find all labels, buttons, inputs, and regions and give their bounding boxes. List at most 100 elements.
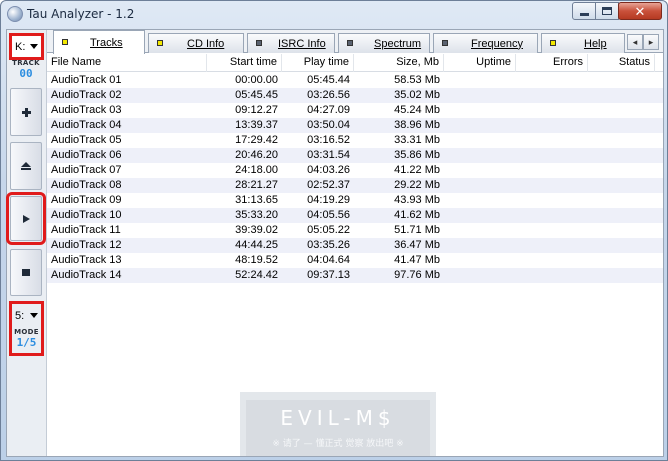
cell-status [588, 193, 655, 208]
tab-label: ISRC Info [278, 37, 326, 50]
cell-status [588, 223, 655, 238]
cell-start-time: 48:19.52 [235, 254, 278, 266]
watermark-title: EVIL-M$ [280, 406, 396, 430]
cell-status [588, 88, 655, 103]
cell-status [588, 73, 655, 88]
maximize-icon [602, 7, 612, 15]
tab-spectrum[interactable]: Spectrum [338, 33, 430, 53]
column-header-size[interactable]: Size, Mb [354, 54, 444, 72]
eject-button[interactable] [10, 142, 42, 190]
tab-frequency[interactable]: Frequency [433, 33, 538, 53]
cell-size: 45.24 Mb [394, 104, 440, 116]
add-button[interactable] [10, 88, 42, 136]
tab-tracks[interactable]: Tracks [53, 30, 145, 54]
cell-start-time: 13:39.37 [235, 119, 278, 131]
table-row[interactable]: AudioTrack 13 48:19.52 04:04.64 41.47 Mb [47, 253, 663, 268]
cell-start-time: 00:00.00 [235, 74, 278, 86]
track-number: 00 [19, 67, 33, 80]
tab-help[interactable]: Help [541, 33, 625, 53]
mode-display: 1/5 [16, 336, 37, 349]
drive-value: K: [15, 40, 26, 53]
table-row[interactable]: AudioTrack 14 52:24.42 09:37.13 97.76 Mb [47, 268, 663, 283]
cell-file-name: AudioTrack 10 [51, 209, 122, 221]
close-button[interactable]: ✕ [618, 2, 662, 20]
cell-uptime [444, 223, 516, 238]
app-logo-icon[interactable] [7, 6, 23, 22]
cell-size: 43.93 Mb [394, 194, 440, 206]
tab-strip: Tracks CD Info ISRC Info Spectrum Freque… [47, 30, 663, 54]
track-label: TRACK [12, 59, 40, 67]
drive-select[interactable]: K: [14, 38, 39, 55]
table-row[interactable]: AudioTrack 08 28:21.27 02:52.37 29.22 Mb [47, 178, 663, 193]
cell-status [588, 118, 655, 133]
cell-errors [516, 133, 588, 148]
cell-errors [516, 73, 588, 88]
cell-file-name: AudioTrack 12 [51, 239, 122, 251]
cell-size: 38.96 Mb [394, 119, 440, 131]
cell-size: 35.02 Mb [394, 89, 440, 101]
tab-label: Spectrum [374, 37, 422, 50]
watermark: EVIL-M$ ※ 请了 — 懂正式 觉察 放出吧 ※ [240, 392, 436, 456]
cell-uptime [444, 73, 516, 88]
watermark-panel: EVIL-M$ ※ 请了 — 懂正式 觉察 放出吧 ※ [246, 400, 430, 456]
tab-isrc-info[interactable]: ISRC Info [247, 33, 335, 53]
chevron-right-icon: ▸ [648, 36, 654, 47]
cell-play-time: 05:45.44 [307, 74, 350, 86]
cell-file-name: AudioTrack 14 [51, 269, 122, 281]
mode-value: 5: [15, 309, 25, 322]
yellow-square-icon [62, 39, 68, 45]
table-row[interactable]: AudioTrack 07 24:18.00 04:03.26 41.22 Mb [47, 163, 663, 178]
column-header-uptime[interactable]: Uptime [444, 54, 516, 72]
table-row[interactable]: AudioTrack 12 44:44.25 03:35.26 36.47 Mb [47, 238, 663, 253]
column-header-file-name[interactable]: File Name [47, 54, 207, 72]
cell-play-time: 03:26.56 [307, 89, 350, 101]
table-row[interactable]: AudioTrack 01 00:00.00 05:45.44 58.53 Mb [47, 73, 663, 88]
plus-icon [21, 107, 31, 117]
cell-file-name: AudioTrack 06 [51, 149, 122, 161]
tab-label: Tracks [90, 36, 123, 49]
stop-button[interactable] [10, 249, 42, 296]
column-header-errors[interactable]: Errors [516, 54, 588, 72]
table-row[interactable]: AudioTrack 02 05:45.45 03:26.56 35.02 Mb [47, 88, 663, 103]
column-header-status[interactable]: Status [588, 54, 655, 72]
cell-play-time: 09:37.13 [307, 269, 350, 281]
cell-file-name: AudioTrack 02 [51, 89, 122, 101]
cell-status [588, 253, 655, 268]
table-row[interactable]: AudioTrack 10 35:33.20 04:05.56 41.62 Mb [47, 208, 663, 223]
cell-start-time: 39:39.02 [235, 224, 278, 236]
table-row[interactable]: AudioTrack 06 20:46.20 03:31.54 35.86 Mb [47, 148, 663, 163]
cell-file-name: AudioTrack 08 [51, 179, 122, 191]
cell-file-name: AudioTrack 07 [51, 164, 122, 176]
cell-errors [516, 88, 588, 103]
cell-play-time: 03:16.52 [307, 134, 350, 146]
cell-size: 51.71 Mb [394, 224, 440, 236]
cell-errors [516, 238, 588, 253]
table-row[interactable]: AudioTrack 04 13:39.37 03:50.04 38.96 Mb [47, 118, 663, 133]
table-row[interactable]: AudioTrack 11 39:39.02 05:05.22 51.71 Mb [47, 223, 663, 238]
tab-scroll-left-button[interactable]: ◂ [627, 34, 643, 50]
column-header-play-time[interactable]: Play time [282, 54, 354, 72]
cell-errors [516, 148, 588, 163]
tab-label: Help [584, 37, 607, 50]
cell-start-time: 52:24.42 [235, 269, 278, 281]
gray-square-icon [256, 40, 262, 46]
cell-uptime [444, 193, 516, 208]
play-button[interactable] [6, 192, 46, 245]
tab-cd-info[interactable]: CD Info [148, 33, 244, 53]
cell-start-time: 09:12.27 [235, 104, 278, 116]
cell-play-time: 02:52.37 [307, 179, 350, 191]
maximize-button[interactable] [595, 2, 619, 20]
mode-select[interactable]: 5: [14, 307, 39, 324]
table-row[interactable]: AudioTrack 05 17:29.42 03:16.52 33.31 Mb [47, 133, 663, 148]
tab-label: CD Info [187, 37, 225, 50]
tab-scroll-right-button[interactable]: ▸ [643, 34, 659, 50]
table-row[interactable]: AudioTrack 03 09:12.27 04:27.09 45.24 Mb [47, 103, 663, 118]
column-header-start-time[interactable]: Start time [207, 54, 282, 72]
cell-uptime [444, 178, 516, 193]
table-row[interactable]: AudioTrack 09 31:13.65 04:19.29 43.93 Mb [47, 193, 663, 208]
minimize-button[interactable] [572, 2, 596, 20]
cell-play-time: 04:05.56 [307, 209, 350, 221]
tab-label: Frequency [471, 37, 523, 50]
mode-selector-highlight: 5: MODE 1/5 [9, 301, 44, 356]
cell-start-time: 05:45.45 [235, 89, 278, 101]
